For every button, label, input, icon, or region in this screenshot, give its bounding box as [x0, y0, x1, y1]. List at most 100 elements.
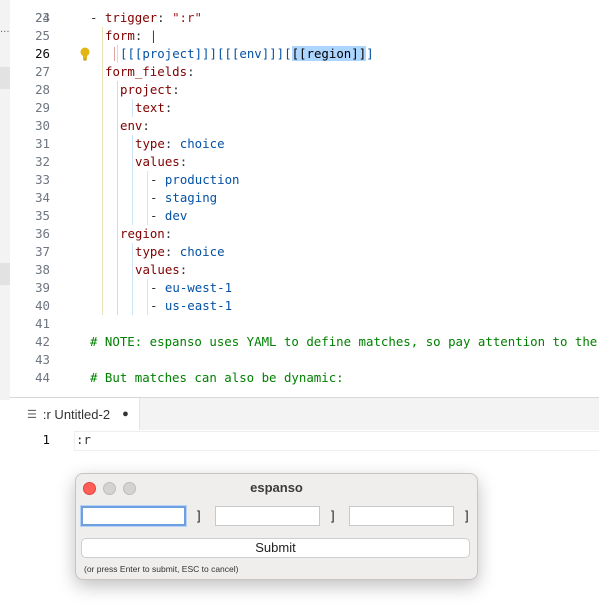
code-text: region:	[120, 225, 172, 243]
code-token: :	[134, 28, 150, 43]
code-line[interactable]: 32 values:	[10, 153, 599, 171]
code-text: form_fields:	[105, 63, 195, 81]
code-token: ]	[366, 46, 374, 61]
code-line[interactable]: 35 - dev	[10, 207, 599, 225]
code-line[interactable]: 34 - staging	[10, 189, 599, 207]
code-token: eu-west-1	[164, 280, 233, 295]
code-text: env:	[120, 117, 150, 135]
code-line[interactable]: 26 [[[project]]][[[env]]][[[region]]]	[10, 45, 599, 63]
strip-marker	[0, 263, 10, 285]
line-number: 35	[35, 208, 50, 223]
line-number: 31	[35, 136, 50, 151]
editor-text[interactable]: :r	[76, 430, 91, 450]
code-line[interactable]: 29 text:	[10, 99, 599, 117]
code-token: |	[149, 28, 158, 43]
line-number: 38	[35, 262, 50, 277]
tab-untitled-2[interactable]: ☰ :r Untitled-2 ●	[10, 398, 140, 430]
yaml-editor[interactable]: 23 45 24- trigger: ":r"25form: |26[[[pro…	[10, 0, 599, 398]
line-number: 33	[35, 172, 50, 187]
tab-title: :r Untitled-2	[42, 406, 111, 422]
line-number: 26	[35, 46, 50, 61]
code-line[interactable]: 38 values:	[10, 261, 599, 279]
env-input[interactable]	[215, 506, 320, 526]
activity-strip	[0, 0, 10, 400]
selected-text: [[region]]	[291, 46, 367, 61]
code-token: -	[150, 208, 165, 223]
maximize-window-button[interactable]	[123, 482, 136, 495]
code-line[interactable]: 28 project:	[10, 81, 599, 99]
code-token: choice	[179, 244, 225, 259]
line-number: 27	[35, 64, 50, 79]
line-number: 41	[35, 316, 50, 331]
tab-bar: ☰ :r Untitled-2 ●	[10, 398, 599, 430]
code-token: type	[135, 244, 165, 259]
code-text: [[[project]]][[[env]]][[[region]]]	[120, 45, 374, 63]
code-token: -	[150, 190, 165, 205]
code-text: - dev	[150, 207, 187, 225]
line-number: 30	[35, 118, 50, 133]
code-line[interactable]: 33 - production	[10, 171, 599, 189]
code-token: # But matches can also be dynamic:	[90, 370, 344, 385]
code-token: -	[90, 10, 105, 25]
code-line[interactable]: 42 # NOTE: espanso uses YAML to define ma…	[10, 333, 599, 351]
code-token: :	[187, 64, 195, 79]
close-window-button[interactable]	[83, 482, 96, 495]
code-text: form: |	[105, 27, 157, 45]
unsaved-dot-icon[interactable]: ●	[122, 408, 129, 420]
code-text: # NOTE: espanso uses YAML to define matc…	[90, 333, 597, 351]
code-line: 23	[10, 0, 599, 25]
code-token: :	[164, 136, 180, 151]
code-token: -	[150, 280, 165, 295]
code-token: :	[179, 262, 188, 277]
separator-label: ]	[331, 508, 335, 523]
code-line[interactable]: 37 type: choice	[10, 243, 599, 261]
code-token: text	[135, 100, 165, 115]
code-token: form_fields	[105, 64, 188, 79]
submit-button[interactable]: Submit	[81, 538, 470, 558]
code-line[interactable]: 43	[10, 351, 599, 369]
code-token: production	[164, 172, 240, 187]
code-line[interactable]: 24 - trigger: ":r"	[10, 9, 599, 27]
code-token: region	[120, 226, 165, 241]
line-number: 29	[35, 100, 50, 115]
line-number: 43	[35, 352, 50, 367]
minimize-window-button[interactable]	[103, 482, 116, 495]
code-line[interactable]: 25 form: |	[10, 27, 599, 45]
line-number: 1	[42, 432, 50, 447]
dialog-title: espanso	[250, 480, 303, 495]
code-token: values	[135, 262, 180, 277]
code-text: - eu-west-1	[150, 279, 232, 297]
line-number: 24	[35, 10, 50, 25]
line-number: 39	[35, 280, 50, 295]
line-number: 25	[35, 28, 50, 43]
code-line[interactable]: 31 type: choice	[10, 135, 599, 153]
line-number: 40	[35, 298, 50, 313]
line-number: 34	[35, 190, 50, 205]
code-line[interactable]: 36 region:	[10, 225, 599, 243]
code-line[interactable]: 44 # But matches can also be dynamic:	[10, 369, 599, 387]
region-input[interactable]	[349, 506, 454, 526]
separator-label: ]	[465, 508, 469, 523]
code-token: project	[120, 82, 173, 97]
code-text: text:	[135, 99, 172, 117]
code-token: :	[164, 100, 173, 115]
dialog-hint: (or press Enter to submit, ESC to cancel…	[84, 564, 239, 574]
code-line[interactable]: 39 - eu-west-1	[10, 279, 599, 297]
project-input[interactable]	[81, 506, 186, 526]
code-line[interactable]: 27 form_fields:	[10, 63, 599, 81]
code-token: dev	[164, 208, 188, 223]
line-number: 44	[35, 370, 50, 385]
code-token: -	[150, 298, 165, 313]
code-text: # But matches can also be dynamic:	[90, 369, 344, 387]
code-line[interactable]: 40 - us-east-1	[10, 297, 599, 315]
code-token: form	[105, 28, 135, 43]
code-line[interactable]: 41	[10, 315, 599, 333]
espanso-form-dialog: espanso ] ] ] Submit (or press Enter to …	[75, 473, 478, 580]
code-line[interactable]: 30 env:	[10, 117, 599, 135]
code-token: trigger	[104, 10, 158, 25]
code-text: - trigger: ":r"	[90, 9, 202, 27]
code-text: project:	[120, 81, 180, 99]
strip-dots: ...	[0, 24, 10, 35]
strip-marker	[0, 67, 10, 89]
line-number: 32	[35, 154, 50, 169]
